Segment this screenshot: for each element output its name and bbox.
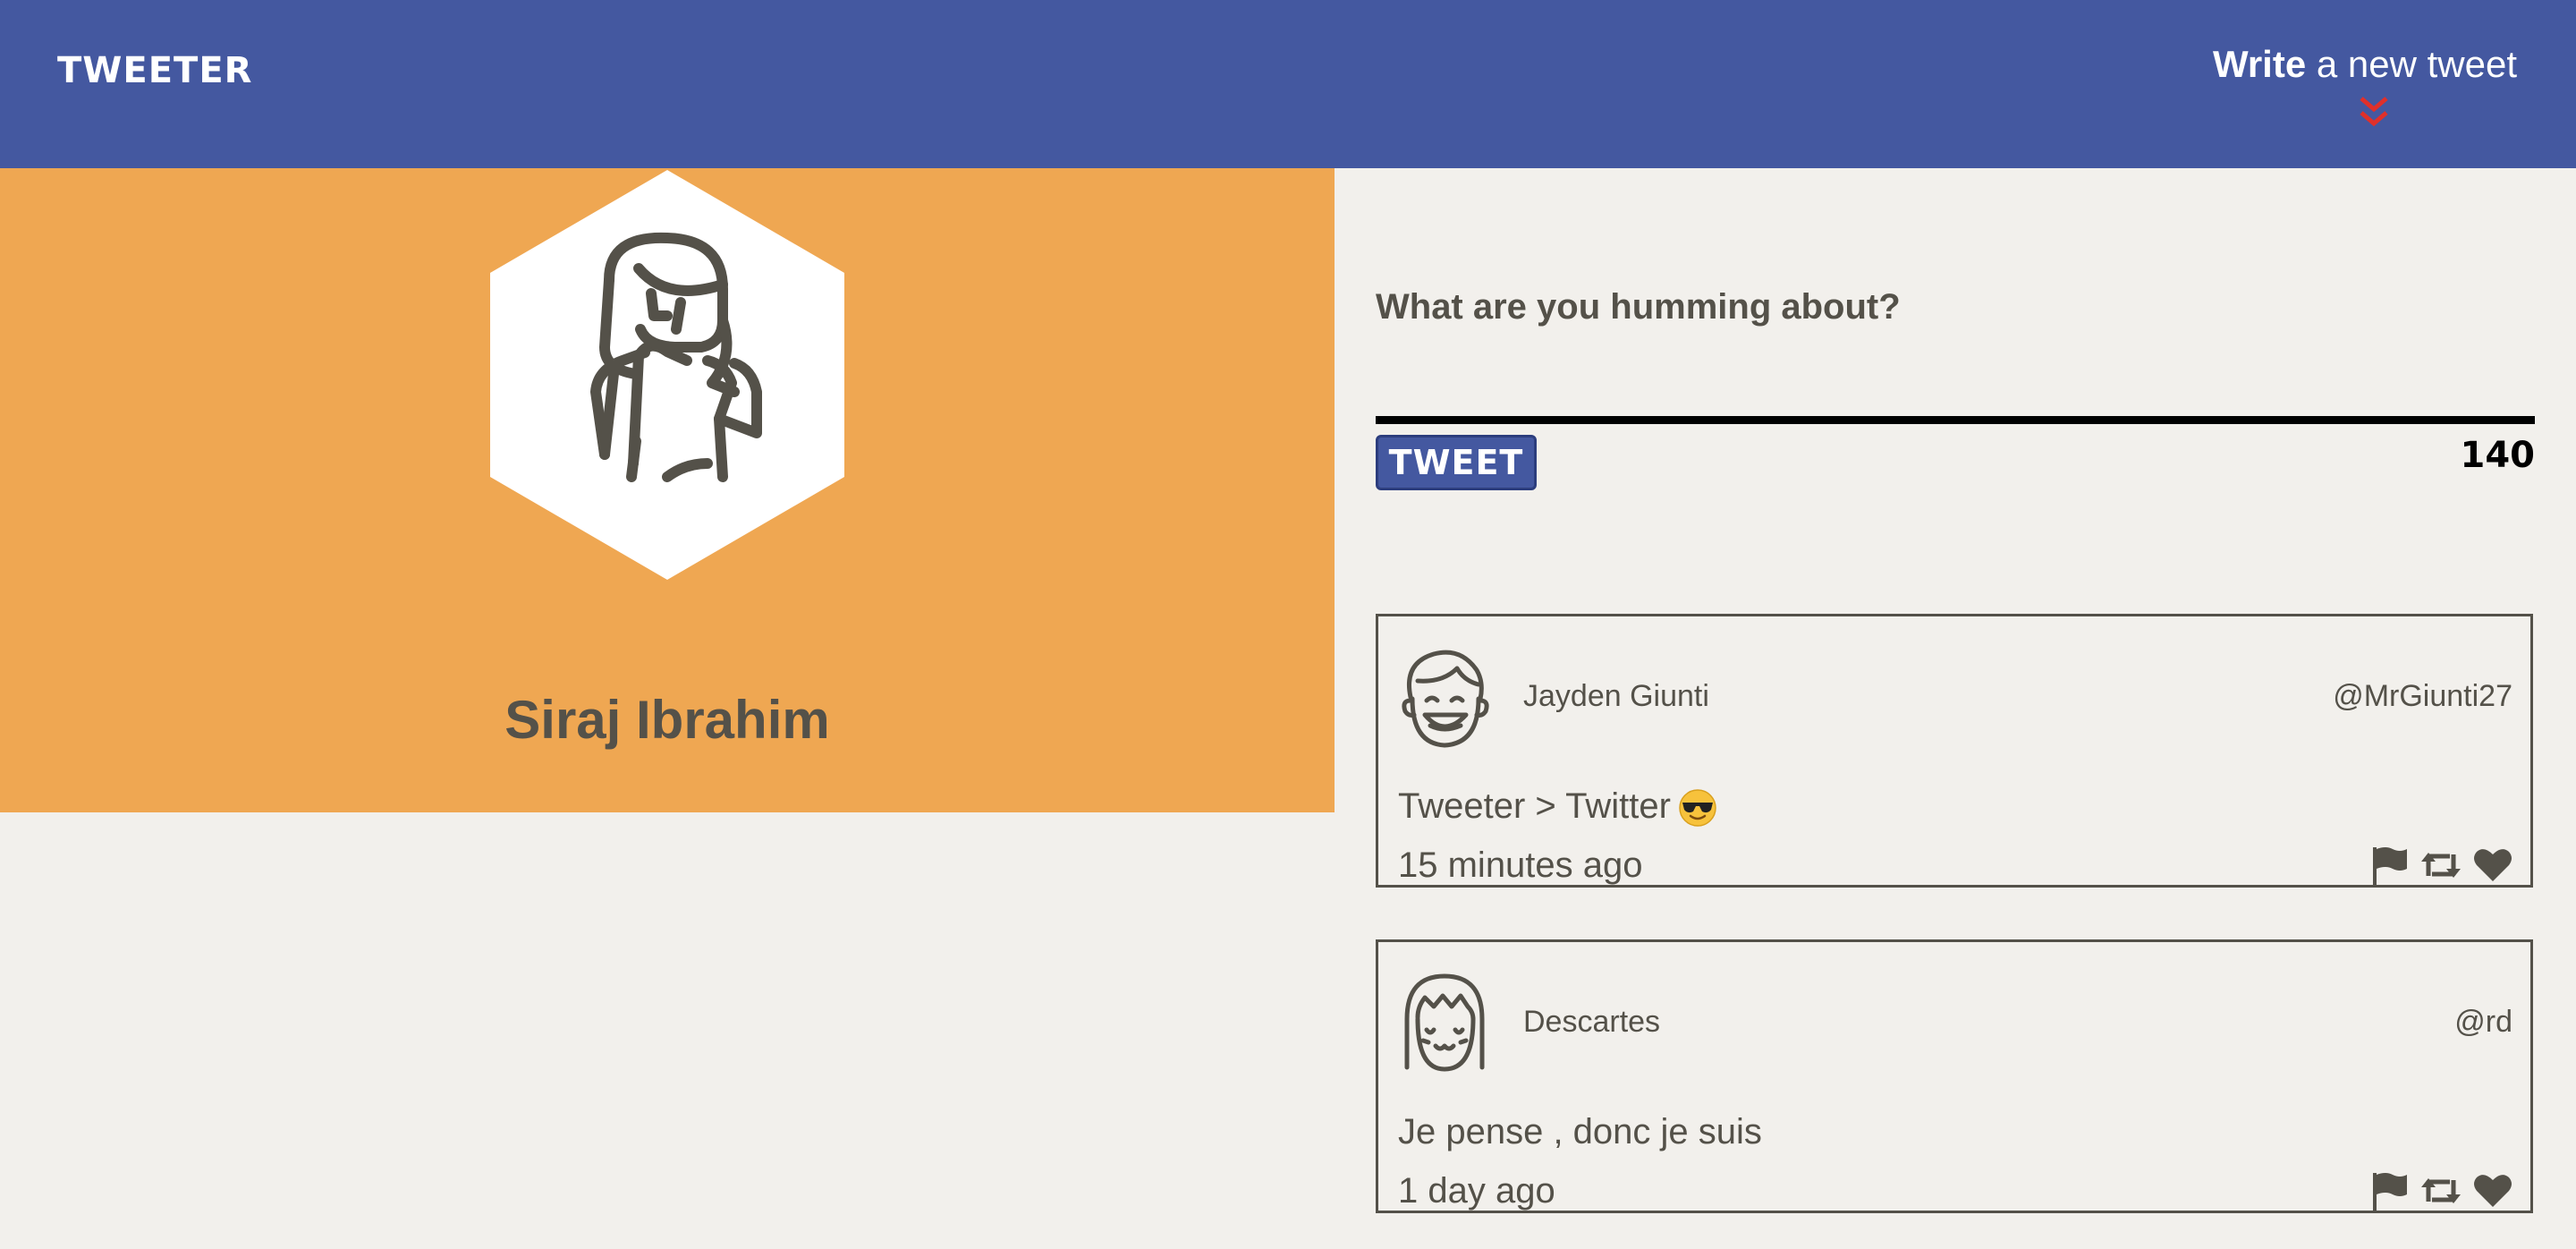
tweet-actions (2368, 1169, 2514, 1212)
flag-icon[interactable] (2368, 1169, 2411, 1212)
top-nav: TWEETER Write a new tweet (0, 0, 2576, 168)
retweet-icon[interactable] (2419, 1169, 2462, 1212)
double-chevron-down-icon[interactable] (2356, 93, 2392, 129)
smiling-boy-avatar-icon (1402, 650, 1489, 748)
tweet-textarea[interactable] (1376, 344, 2535, 424)
tweet-card: Jayden Giunti @MrGiunti27 Tweeter > Twit… (1376, 614, 2533, 888)
tweet-text: Tweeter > Twitter (1398, 786, 1717, 828)
tweet-author-name: Jayden Giunti (1523, 679, 1709, 713)
flag-icon[interactable] (2368, 844, 2411, 887)
tweet-author-handle[interactable]: @MrGiunti27 (2333, 679, 2512, 714)
heart-icon[interactable] (2471, 1169, 2514, 1212)
compose-prompt: What are you humming about? (1376, 287, 1901, 327)
tweet-text-content: Tweeter > Twitter (1398, 786, 1671, 826)
tweet-timestamp: 1 day ago (1398, 1171, 1555, 1211)
brand-logo[interactable]: TWEETER (57, 50, 252, 91)
woman-avatar-icon (490, 170, 844, 580)
retweet-icon[interactable] (2419, 844, 2462, 887)
heart-icon[interactable] (2471, 844, 2514, 887)
sunglasses-emoji-icon (1679, 789, 1716, 828)
compose-toggle-rest: a new tweet (2306, 43, 2517, 85)
tweet-author-name: Descartes (1523, 1005, 1661, 1039)
tweet-card: Descartes @rd Je pense , donc je suis 1 … (1376, 939, 2533, 1213)
compose-toggle-bold: Write (2212, 43, 2307, 85)
write-tweet-toggle[interactable]: Write a new tweet (2213, 43, 2517, 86)
tweet-timestamp: 15 minutes ago (1398, 845, 1643, 885)
tweet-button[interactable]: TWEET (1376, 435, 1537, 490)
char-counter: 140 (2460, 435, 2536, 476)
profile-name: Siraj Ibrahim (504, 690, 830, 750)
tweet-author-handle[interactable]: @rd (2454, 1005, 2512, 1040)
tweet-actions (2368, 844, 2514, 887)
tweet-text: Je pense , donc je suis (1398, 1112, 1762, 1151)
profile-banner: Siraj Ibrahim (0, 168, 1335, 812)
girl-bangs-avatar-icon (1404, 973, 1485, 1072)
